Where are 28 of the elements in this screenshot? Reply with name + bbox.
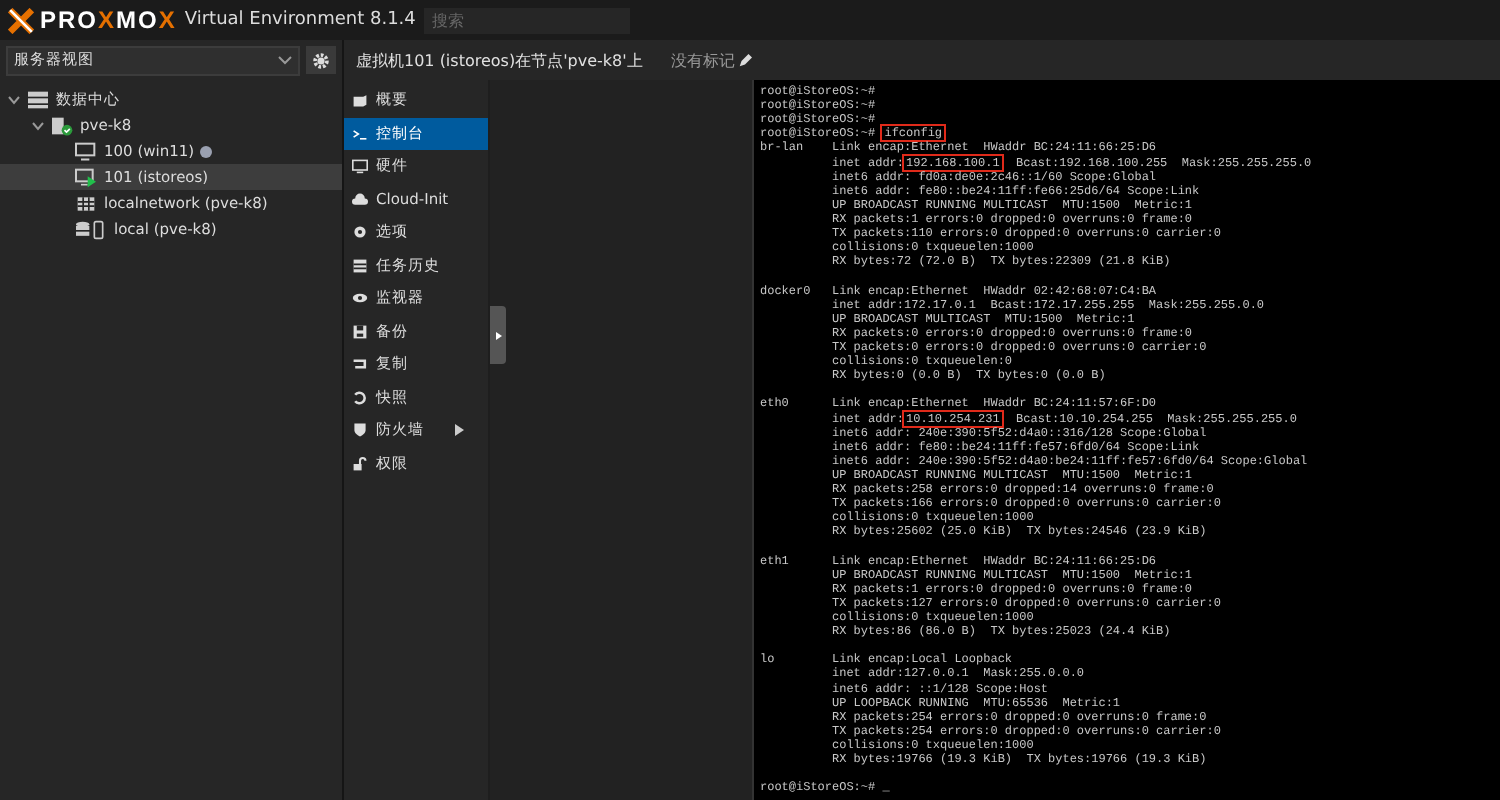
- console-icon: [352, 125, 368, 142]
- server-rack-icon: [26, 89, 50, 109]
- chevron-down-icon: [278, 55, 292, 65]
- permissions-icon: [352, 455, 368, 472]
- database-icon: [74, 219, 108, 239]
- summary-icon: [352, 92, 368, 109]
- snapshot-icon: [352, 389, 368, 406]
- grid-icon: [74, 193, 98, 213]
- vm-title: 虚拟机101 (istoreos)在节点'pve-k8'上: [356, 49, 643, 71]
- proxmox-logo: PROXMOX: [8, 6, 177, 34]
- options-icon: [352, 224, 368, 241]
- backup-icon: [352, 323, 368, 340]
- firewall-icon: [352, 422, 368, 439]
- server-online-icon: [50, 115, 74, 135]
- chevron-down-icon[interactable]: [8, 93, 20, 105]
- hardware-icon: [352, 158, 368, 175]
- collapse-handle[interactable]: [490, 306, 506, 364]
- gear-icon: [312, 51, 330, 69]
- history-icon: [352, 257, 368, 274]
- tags-edit[interactable]: 没有标记: [670, 49, 753, 71]
- pencil-icon: [738, 53, 753, 67]
- caret-right-icon: [454, 424, 464, 437]
- search-field[interactable]: 搜索: [423, 7, 630, 33]
- settings-button[interactable]: [306, 46, 336, 74]
- terminal-console[interactable]: [752, 80, 1500, 800]
- chevron-down-icon[interactable]: [32, 119, 44, 131]
- cloud-icon: [352, 191, 368, 208]
- product-version: Virtual Environment 8.1.4: [184, 10, 416, 30]
